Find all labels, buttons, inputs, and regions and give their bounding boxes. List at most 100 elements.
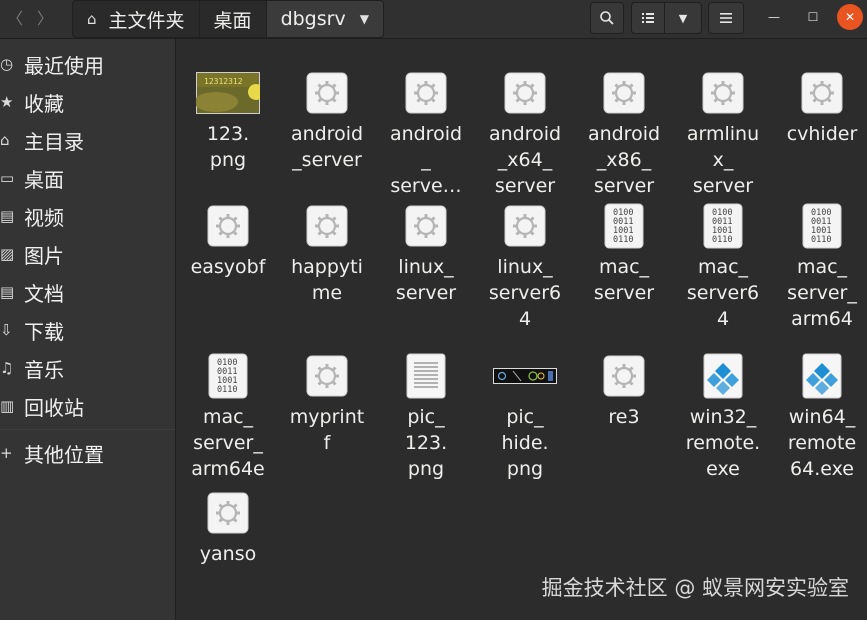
home-icon: ⌂ — [0, 131, 10, 149]
file-label: android _ serve… — [389, 123, 463, 197]
file-item[interactable]: android _x64_ server — [477, 69, 573, 199]
file-item[interactable]: happyti me — [279, 202, 375, 306]
image-strip-thumbnail-icon — [493, 368, 557, 384]
file-label: happyti me — [291, 256, 363, 304]
file-item[interactable]: easyobf — [180, 202, 276, 280]
file-item[interactable]: pic_ 123. png — [378, 352, 474, 482]
file-icon-container — [196, 202, 260, 250]
file-item[interactable]: cvhider — [774, 69, 867, 147]
file-icon-container — [493, 69, 557, 117]
watermark: 掘金技术社区 @ 蚁景网安实验室 — [541, 576, 849, 600]
file-item[interactable]: linux_ server — [378, 202, 474, 306]
file-icon-container: 0100 0011 1001 0110 — [790, 202, 854, 250]
sidebar-item-3[interactable]: ▭ 桌面 — [0, 163, 175, 193]
image-icon: ▨ — [0, 245, 15, 263]
executable-file-icon — [504, 72, 546, 114]
path-segment-desktop[interactable]: 桌面 — [200, 1, 267, 37]
path-segment-label: 主文件夹 — [108, 9, 185, 32]
file-item[interactable]: myprint f — [279, 352, 375, 456]
trash-icon: ▥ — [0, 397, 15, 415]
star-icon: ★ — [0, 93, 14, 111]
file-icon-container — [493, 202, 557, 250]
sidebar-item-label: 视频 — [24, 205, 64, 230]
file-label: mac_ server — [593, 256, 655, 304]
plus-icon: + — [0, 444, 13, 462]
sidebar-item-8[interactable]: ♫ 音乐 — [0, 353, 175, 383]
text-file-icon — [406, 353, 446, 399]
file-icon-container — [394, 202, 458, 250]
list-view-button[interactable] — [631, 2, 665, 34]
back-button[interactable]: 〈 — [0, 2, 30, 32]
file-item[interactable]: 0100 0011 1001 0110 mac_ server — [576, 202, 672, 306]
search-button[interactable] — [590, 2, 624, 34]
file-item[interactable]: android _server — [279, 69, 375, 173]
chevron-down-icon: ▼ — [678, 11, 688, 25]
file-icon-container — [196, 489, 260, 537]
file-label: cvhider — [786, 123, 858, 145]
file-item[interactable]: win32_ remote. exe — [675, 352, 771, 482]
home-icon: ⌂ — [87, 10, 97, 28]
sidebar-item-1[interactable]: ★ 收藏 — [0, 87, 175, 117]
file-item[interactable]: 0100 0011 1001 0110 mac_ server_ arm64e — [180, 352, 276, 482]
sidebar-item-4[interactable]: ▤ 视频 — [0, 201, 175, 231]
file-item[interactable]: android _ serve… — [378, 69, 474, 199]
maximize-button[interactable]: ☐ — [800, 4, 826, 30]
file-label: mac_ server_ arm64 — [787, 256, 857, 330]
executable-file-icon — [504, 205, 546, 247]
file-icon-container — [295, 69, 359, 117]
file-label: pic_ 123. png — [404, 406, 448, 480]
file-item[interactable]: linux_ server6 4 — [477, 202, 573, 332]
sidebar-item-9[interactable]: ▥ 回收站 — [0, 391, 175, 421]
file-label: win32_ remote. exe — [685, 406, 761, 480]
sidebar-item-2[interactable]: ⌂ 主目录 — [0, 125, 175, 155]
desktop-icon: ▭ — [0, 169, 15, 187]
sidebar-item-label: 桌面 — [24, 167, 64, 192]
file-item[interactable]: 12312312 123. png — [180, 69, 276, 173]
file-item[interactable]: win64_ remote 64.exe — [774, 352, 867, 482]
view-options-button[interactable]: ▼ — [664, 2, 702, 34]
executable-file-icon — [801, 72, 843, 114]
file-icon-container — [592, 352, 656, 400]
file-label: yanso — [199, 543, 257, 565]
file-item[interactable]: armlinu x_ server — [675, 69, 771, 199]
sidebar-item-6[interactable]: ▤ 文档 — [0, 277, 175, 307]
file-label: myprint f — [289, 406, 365, 454]
sidebar-item-label: 最近使用 — [24, 53, 104, 78]
executable-file-icon — [405, 205, 447, 247]
minimize-button[interactable]: — — [761, 4, 787, 30]
binary-file-icon: 0100001110010110 — [802, 203, 842, 249]
file-icon-container — [790, 352, 854, 400]
file-icon-container: 0100 0011 1001 0110 — [196, 352, 260, 400]
sidebar-item-label: 回收站 — [24, 395, 84, 420]
sidebar-item-10[interactable]: + 其他位置 — [0, 438, 175, 468]
file-item[interactable]: yanso — [180, 489, 276, 567]
sidebar-item-label: 文档 — [24, 281, 64, 306]
sidebar: ◷ 最近使用 ★ 收藏 ⌂ 主目录 ▭ 桌面 ▤ 视频 ▨ 图片 ▤ 文档 ⇩ 下载 ♫ 音乐 ▥ 回收站 + 其他位置 — [0, 39, 176, 620]
chevron-down-icon: ▼ — [359, 12, 369, 26]
svg-text:0110: 0110 — [712, 235, 732, 245]
close-button[interactable]: ✕ — [837, 4, 863, 30]
thumbnail-text: 12312312 — [204, 77, 243, 86]
forward-button[interactable]: 〉 — [30, 2, 60, 32]
sidebar-item-0[interactable]: ◷ 最近使用 — [0, 49, 175, 79]
file-icon-container: 0100 0011 1001 0110 — [691, 202, 755, 250]
sidebar-item-label: 图片 — [24, 243, 64, 268]
file-item[interactable]: android _x86_ server — [576, 69, 672, 199]
file-grid: 12312312 123. png android _server android _ ser… — [176, 39, 867, 620]
file-item[interactable]: 0100 0011 1001 0110 mac_ server_ arm64 — [774, 202, 867, 332]
file-item[interactable]: re3 — [576, 352, 672, 430]
file-icon-container — [790, 69, 854, 117]
sidebar-item-5[interactable]: ▨ 图片 — [0, 239, 175, 269]
binary-file-icon: 0100001110010110 — [703, 203, 743, 249]
file-label: android _server — [290, 123, 364, 171]
file-label: mac_ server_ arm64e — [191, 406, 265, 480]
path-segment-home[interactable]: ⌂ 主文件夹 — [73, 1, 200, 37]
file-item[interactable]: 0100 0011 1001 0110 mac_ server6 4 — [675, 202, 771, 332]
path-segment-current[interactable]: dbgsrv ▼ — [266, 1, 383, 37]
sidebar-item-7[interactable]: ⇩ 下载 — [0, 315, 175, 345]
menu-button[interactable] — [708, 2, 744, 34]
file-label: linux_ server — [395, 256, 457, 304]
file-label: mac_ server6 4 — [686, 256, 760, 330]
file-item[interactable]: pic_ hide. png — [477, 352, 573, 482]
file-label: easyobf — [190, 256, 266, 278]
